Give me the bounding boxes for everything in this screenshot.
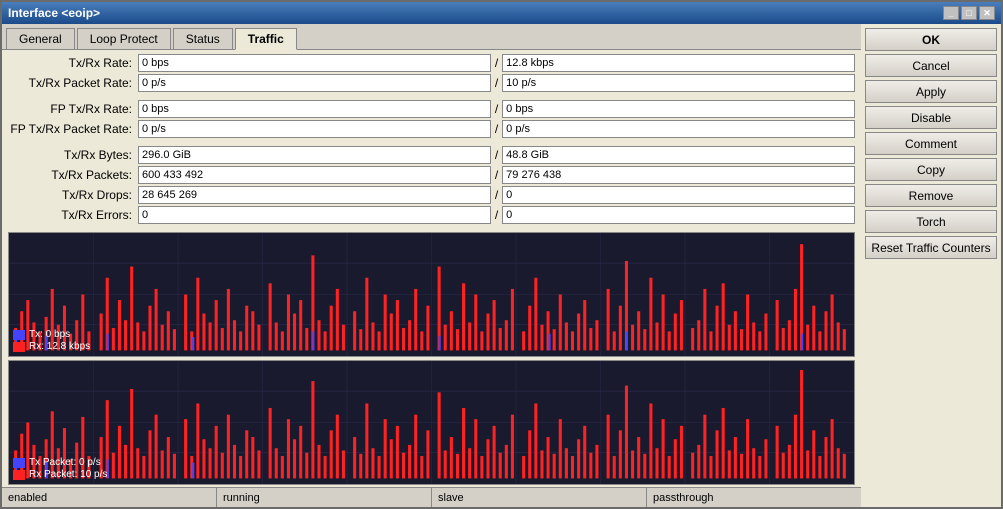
torch-button[interactable]: Torch bbox=[865, 210, 997, 233]
txrx-packets-tx-input[interactable] bbox=[138, 166, 491, 184]
txrx-rate-tx-input[interactable] bbox=[138, 54, 491, 72]
rx-pkt-legend-color bbox=[13, 470, 25, 480]
fp-txrx-pkt-rate-sep: / bbox=[491, 122, 502, 136]
tabs-bar: General Loop Protect Status Traffic bbox=[2, 24, 861, 50]
close-button[interactable]: ✕ bbox=[979, 6, 995, 20]
apply-button[interactable]: Apply bbox=[865, 80, 997, 103]
txrx-errors-sep: / bbox=[491, 208, 502, 222]
txrx-packets-sep: / bbox=[491, 168, 502, 182]
fp-txrx-pkt-rate-label: FP Tx/Rx Packet Rate: bbox=[8, 122, 138, 136]
packet-chart-svg bbox=[9, 361, 854, 484]
bandwidth-chart: Tx: 0 bps Rx: 12.8 kbps bbox=[8, 232, 855, 357]
bandwidth-chart-svg bbox=[9, 233, 854, 356]
status-running: running bbox=[217, 488, 432, 507]
fp-txrx-pkt-rate-row: FP Tx/Rx Packet Rate: / bbox=[8, 120, 855, 138]
copy-button[interactable]: Copy bbox=[865, 158, 997, 181]
packet-chart-legend: Tx Packet: 0 p/s Rx Packet: 10 p/s bbox=[13, 457, 107, 480]
rx-pkt-legend: Rx Packet: 10 p/s bbox=[13, 469, 107, 480]
txrx-drops-tx-input[interactable] bbox=[138, 186, 491, 204]
reset-traffic-button[interactable]: Reset Traffic Counters bbox=[865, 236, 997, 259]
content-area: Tx/Rx Rate: / Tx/Rx Packet Rate: / bbox=[2, 50, 861, 487]
tx-pkt-legend: Tx Packet: 0 p/s bbox=[13, 457, 107, 468]
tx-pkt-legend-color bbox=[13, 458, 25, 468]
right-panel: OK Cancel Apply Disable Comment Copy Rem… bbox=[861, 24, 1001, 507]
txrx-bytes-row: Tx/Rx Bytes: / bbox=[8, 146, 855, 164]
maximize-button[interactable]: □ bbox=[961, 6, 977, 20]
txrx-drops-label: Tx/Rx Drops: bbox=[8, 188, 138, 202]
fp-txrx-pkt-rate-rx-input[interactable] bbox=[502, 120, 855, 138]
txrx-pkt-rate-rx-input[interactable] bbox=[502, 74, 855, 92]
window-title: Interface <eoip> bbox=[8, 6, 100, 20]
txrx-pkt-rate-label: Tx/Rx Packet Rate: bbox=[8, 76, 138, 90]
txrx-bytes-label: Tx/Rx Bytes: bbox=[8, 148, 138, 162]
txrx-errors-rx-input[interactable] bbox=[502, 206, 855, 224]
rx-legend: Rx: 12.8 kbps bbox=[13, 341, 90, 352]
txrx-pkt-rate-sep: / bbox=[491, 76, 502, 90]
status-bar: enabled running slave passthrough bbox=[2, 487, 861, 507]
fp-txrx-rate-sep: / bbox=[491, 102, 502, 116]
tab-status[interactable]: Status bbox=[173, 28, 233, 49]
txrx-rate-row: Tx/Rx Rate: / bbox=[8, 54, 855, 72]
bandwidth-chart-legend: Tx: 0 bps Rx: 12.8 kbps bbox=[13, 329, 90, 352]
rx-legend-label: Rx: 12.8 kbps bbox=[29, 341, 90, 352]
minimize-button[interactable]: _ bbox=[943, 6, 959, 20]
comment-button[interactable]: Comment bbox=[865, 132, 997, 155]
fp-txrx-rate-label: FP Tx/Rx Rate: bbox=[8, 102, 138, 116]
fp-txrx-pkt-rate-tx-input[interactable] bbox=[138, 120, 491, 138]
tx-legend-label: Tx: 0 bps bbox=[29, 329, 70, 340]
txrx-drops-sep: / bbox=[491, 188, 502, 202]
status-slave: slave bbox=[432, 488, 647, 507]
txrx-drops-row: Tx/Rx Drops: / bbox=[8, 186, 855, 204]
txrx-bytes-sep: / bbox=[491, 148, 502, 162]
tx-legend-color bbox=[13, 330, 25, 340]
fp-txrx-rate-tx-input[interactable] bbox=[138, 100, 491, 118]
main-content: General Loop Protect Status Traffic Tx/R… bbox=[2, 24, 1001, 507]
fp-txrx-rate-row: FP Tx/Rx Rate: / bbox=[8, 100, 855, 118]
txrx-errors-label: Tx/Rx Errors: bbox=[8, 208, 138, 222]
remove-button[interactable]: Remove bbox=[865, 184, 997, 207]
tab-general[interactable]: General bbox=[6, 28, 75, 49]
txrx-bytes-rx-input[interactable] bbox=[502, 146, 855, 164]
txrx-packets-rx-input[interactable] bbox=[502, 166, 855, 184]
tab-traffic[interactable]: Traffic bbox=[235, 28, 297, 50]
tx-legend: Tx: 0 bps bbox=[13, 329, 90, 340]
charts-section: Tx: 0 bps Rx: 12.8 kbps bbox=[2, 230, 861, 487]
left-panel: General Loop Protect Status Traffic Tx/R… bbox=[2, 24, 861, 507]
txrx-rate-label: Tx/Rx Rate: bbox=[8, 56, 138, 70]
txrx-rate-rx-input[interactable] bbox=[502, 54, 855, 72]
txrx-drops-rx-input[interactable] bbox=[502, 186, 855, 204]
txrx-pkt-rate-row: Tx/Rx Packet Rate: / bbox=[8, 74, 855, 92]
rx-pkt-legend-label: Rx Packet: 10 p/s bbox=[29, 469, 107, 480]
txrx-pkt-rate-tx-input[interactable] bbox=[138, 74, 491, 92]
tab-loop-protect[interactable]: Loop Protect bbox=[77, 28, 171, 49]
fp-txrx-rate-rx-input[interactable] bbox=[502, 100, 855, 118]
title-bar-buttons: _ □ ✕ bbox=[943, 6, 995, 20]
txrx-rate-sep: / bbox=[491, 56, 502, 70]
cancel-button[interactable]: Cancel bbox=[865, 54, 997, 77]
rx-legend-color bbox=[13, 342, 25, 352]
packet-chart: Tx Packet: 0 p/s Rx Packet: 10 p/s bbox=[8, 360, 855, 485]
tx-pkt-legend-label: Tx Packet: 0 p/s bbox=[29, 457, 101, 468]
status-enabled: enabled bbox=[2, 488, 217, 507]
txrx-packets-label: Tx/Rx Packets: bbox=[8, 168, 138, 182]
txrx-packets-row: Tx/Rx Packets: / bbox=[8, 166, 855, 184]
txrx-errors-tx-input[interactable] bbox=[138, 206, 491, 224]
status-passthrough: passthrough bbox=[647, 488, 861, 507]
fields-section: Tx/Rx Rate: / Tx/Rx Packet Rate: / bbox=[2, 50, 861, 230]
title-bar: Interface <eoip> _ □ ✕ bbox=[2, 2, 1001, 24]
main-window: Interface <eoip> _ □ ✕ General Loop Prot… bbox=[0, 0, 1003, 509]
disable-button[interactable]: Disable bbox=[865, 106, 997, 129]
txrx-errors-row: Tx/Rx Errors: / bbox=[8, 206, 855, 224]
txrx-bytes-tx-input[interactable] bbox=[138, 146, 491, 164]
ok-button[interactable]: OK bbox=[865, 28, 997, 51]
